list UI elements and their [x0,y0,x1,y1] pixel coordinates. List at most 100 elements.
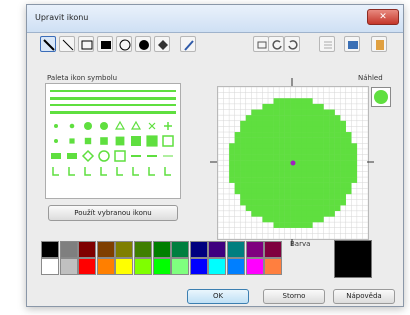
grid-cell[interactable] [318,171,324,178]
grid-cell[interactable] [262,182,269,189]
grid-cell[interactable] [284,98,291,105]
grid-cell[interactable] [256,143,263,150]
grid-cell[interactable] [279,137,285,144]
grid-cell[interactable] [240,193,246,200]
grid-cell[interactable] [251,177,258,183]
grid-cell[interactable] [323,160,330,167]
grid-cell[interactable] [312,182,319,189]
grid-cell[interactable] [262,103,269,110]
grid-cell[interactable] [318,103,324,110]
grid-cell[interactable] [284,160,291,167]
grid-cell[interactable] [295,120,302,127]
grid-cell[interactable] [329,148,335,155]
grid-cell[interactable] [268,177,274,183]
grid-cell[interactable] [295,210,302,217]
grid-cell[interactable] [268,115,274,121]
grid-cell[interactable] [295,165,302,172]
palette-symbol[interactable] [68,167,75,176]
grid-cell[interactable] [312,160,319,167]
grid-cell[interactable] [312,188,319,195]
fill-tool-button[interactable] [154,36,170,52]
grid-cell[interactable] [245,171,252,178]
grid-cell[interactable] [295,115,302,121]
grid-cell[interactable] [273,171,280,178]
grid-cell[interactable] [229,165,235,172]
grid-cell[interactable] [306,199,313,206]
grid-cell[interactable] [340,165,346,172]
grid-cell[interactable] [318,210,324,217]
grid-cell[interactable] [306,137,313,144]
grid-cell[interactable] [312,177,319,183]
palette-symbol[interactable] [84,122,92,130]
grid-cell[interactable] [340,126,346,133]
grid-cell[interactable] [306,210,313,217]
grid-cell[interactable] [234,132,241,138]
grid-cell[interactable] [295,132,302,138]
grid-cell[interactable] [340,137,346,144]
grid-cell[interactable] [312,120,319,127]
grid-cell[interactable] [334,193,341,200]
grid-cell[interactable] [301,171,308,178]
grid-cell[interactable] [284,132,291,138]
grid-cell[interactable] [251,132,258,138]
grid-cell[interactable] [323,109,330,116]
grid-cell[interactable] [240,120,246,127]
color-swatch[interactable] [227,241,245,258]
grid-cell[interactable] [295,205,302,212]
grid-cell[interactable] [273,126,280,133]
grid-cell[interactable] [273,137,280,144]
color-swatch[interactable] [59,258,78,275]
grid-cell[interactable] [245,137,252,144]
grid-cell[interactable] [295,148,302,155]
grid-cell[interactable] [234,171,241,178]
grid-cell[interactable] [295,193,302,200]
color-swatch[interactable] [152,241,171,258]
grid-cell[interactable] [273,132,280,138]
grid-cell[interactable] [323,210,330,217]
grid-cell[interactable] [256,210,263,217]
grid-cell[interactable] [262,126,269,133]
grid-cell[interactable] [251,160,258,167]
grid-cell[interactable] [329,199,335,206]
grid-cell[interactable] [312,210,319,217]
grid-cell[interactable] [268,171,274,178]
grid-cell[interactable] [245,182,252,189]
cancel-button[interactable]: Storno [263,289,325,304]
palette-symbol[interactable] [69,138,75,144]
grid-cell[interactable] [306,109,313,116]
grid-cell[interactable] [240,137,246,144]
grid-cell[interactable] [256,120,263,127]
grid-cell[interactable] [284,205,291,212]
palette-symbol[interactable] [100,122,108,130]
grid-cell[interactable] [234,160,241,167]
grid-cell[interactable] [268,103,274,110]
grid-cell[interactable] [268,154,274,161]
grid-cell[interactable] [345,182,352,189]
grid-cell[interactable] [323,193,330,200]
grid-cell[interactable] [290,98,296,105]
grid-cell[interactable] [323,177,330,183]
grid-cell[interactable] [290,109,296,116]
palette-symbol[interactable] [54,139,58,143]
grid-cell[interactable] [329,210,335,217]
grid-cell[interactable] [240,171,246,178]
grid-cell[interactable] [268,126,274,133]
grid-cell[interactable] [268,109,274,116]
grid-cell[interactable] [334,160,341,167]
grid-cell[interactable] [284,115,291,121]
grid-cell[interactable] [251,154,258,161]
grid-cell[interactable] [306,120,313,127]
grid-cell[interactable] [245,126,252,133]
grid-cell[interactable] [340,143,346,150]
grid-cell[interactable] [279,205,285,212]
grid-cell[interactable] [295,154,302,161]
palette-symbol[interactable] [148,122,156,130]
grid-cell[interactable] [318,205,324,212]
grid-cell[interactable] [284,188,291,195]
grid-cell[interactable] [323,137,330,144]
grid-cell[interactable] [295,109,302,116]
grid-cell[interactable] [284,109,291,116]
grid-cell[interactable] [240,126,246,133]
grid-cell[interactable] [351,143,358,150]
grid-cell[interactable] [318,177,324,183]
